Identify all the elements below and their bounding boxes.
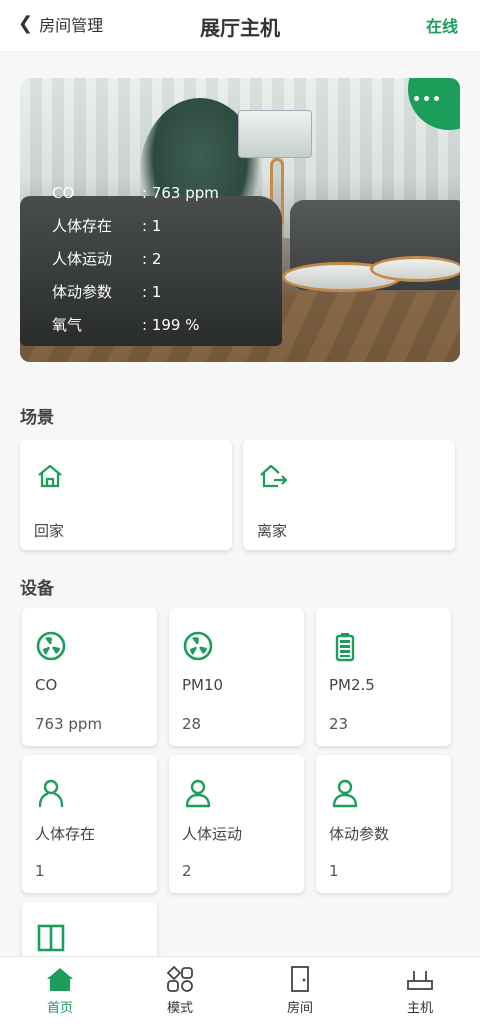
device-card-pm10[interactable]: PM10 28: [169, 608, 304, 746]
device-name: PM2.5: [329, 676, 375, 694]
device-value: 1: [329, 862, 339, 880]
reading-row: 人体运动 : 2: [52, 242, 242, 275]
device-name: PM10: [182, 676, 224, 694]
home-icon: [38, 464, 62, 488]
device-card-pm25[interactable]: PM2.5 23: [316, 608, 451, 746]
room-photo: ••• CO : 763 ppm 人体存在 : 1 人体运动 : 2 体动参数 …: [20, 78, 460, 362]
reading-key: 人体运动: [52, 250, 113, 268]
scene-card-home[interactable]: 回家: [20, 440, 232, 550]
device-name: CO: [35, 676, 58, 694]
photo-lamp: [238, 110, 312, 158]
scenes-title: 场景: [20, 408, 54, 428]
person-icon: [332, 779, 358, 808]
device-name: 体动参数: [329, 825, 390, 843]
back-button[interactable]: ❮ 房间管理: [18, 12, 103, 36]
door-icon: [291, 966, 309, 992]
device-name: 人体存在: [35, 825, 96, 843]
tab-label: 首页: [46, 1001, 73, 1016]
tab-host[interactable]: 主机: [360, 957, 480, 1024]
person-icon: [38, 779, 64, 808]
reading-value: : 199 %: [142, 315, 200, 334]
reading-row: 体动参数 : 1: [52, 275, 242, 308]
person-icon: [185, 779, 211, 808]
device-value: 2: [182, 862, 192, 880]
chevron-left-icon: ❮: [18, 13, 34, 34]
reading-value: : 1: [142, 282, 162, 301]
battery-icon: [335, 633, 355, 662]
tab-label: 模式: [166, 1001, 193, 1016]
tab-label: 房间: [286, 1001, 313, 1016]
back-label: 房间管理: [39, 16, 104, 35]
device-card-presence[interactable]: 人体存在 1: [22, 755, 157, 893]
fan-icon: [36, 631, 66, 661]
devices-title: 设备: [20, 579, 54, 599]
more-dots-icon[interactable]: •••: [412, 92, 442, 108]
leave-home-icon: [260, 464, 288, 488]
reading-key: 体动参数: [52, 283, 113, 301]
device-card-co[interactable]: CO 763 ppm: [22, 608, 157, 746]
reading-value: : 1: [142, 216, 162, 235]
reading-value: : 763 ppm: [142, 183, 219, 202]
reading-row: 人体存在 : 1: [52, 209, 242, 242]
scene-label: 回家: [34, 522, 65, 540]
device-value: 28: [182, 715, 202, 733]
bottom-tab-bar: 首页 模式 房间 主机: [0, 956, 480, 1024]
tab-mode[interactable]: 模式: [120, 957, 240, 1024]
sensor-readings: CO : 763 ppm 人体存在 : 1 人体运动 : 2 体动参数 : 1 …: [52, 176, 242, 341]
device-name: 人体运动: [182, 825, 243, 843]
device-card-motion[interactable]: 人体运动 2: [169, 755, 304, 893]
fan-icon: [183, 631, 213, 661]
reading-key: 人体存在: [52, 217, 113, 235]
device-value: 763 ppm: [35, 715, 103, 733]
reading-value: : 2: [142, 249, 162, 268]
reading-row: CO : 763 ppm: [52, 176, 242, 209]
scene-card-leave[interactable]: 离家: [243, 440, 455, 550]
scene-label: 离家: [257, 522, 288, 540]
tab-label: 主机: [406, 1001, 433, 1016]
photo-table-small: [370, 256, 460, 282]
reading-row: 氧气 : 199 %: [52, 308, 242, 341]
tab-room[interactable]: 房间: [240, 957, 360, 1024]
reading-key: 氧气: [52, 316, 83, 334]
home-filled-icon: [47, 968, 73, 991]
device-value: 23: [329, 715, 349, 733]
device-value: 1: [35, 862, 45, 880]
mode-icon: [166, 965, 193, 992]
device-card-body-motion[interactable]: 体动参数 1: [316, 755, 451, 893]
router-icon: [407, 971, 433, 990]
reading-key: CO: [52, 183, 75, 202]
window-icon: [37, 924, 65, 952]
tab-home[interactable]: 首页: [0, 957, 120, 1024]
online-status: 在线: [425, 17, 458, 36]
top-bar: ❮ 房间管理 展厅主机 在线: [0, 0, 480, 52]
